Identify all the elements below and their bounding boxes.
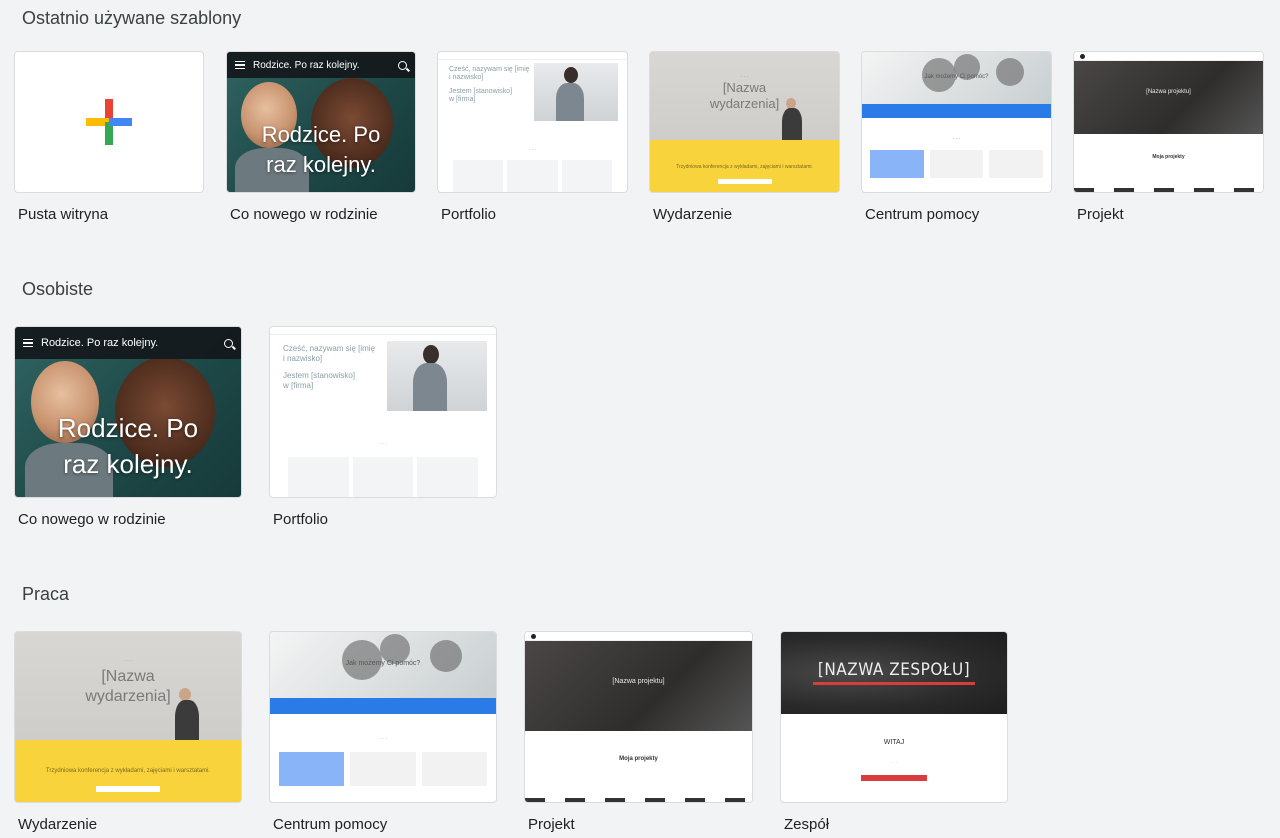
- template-card-event[interactable]: · · · [Nazwa wydarzenia] Trzydniowa konf…: [14, 631, 242, 838]
- template-thumbnail: Jak możemy Ci pomóc? · · ·: [861, 51, 1052, 193]
- template-label: Co nowego w rodzinie: [230, 206, 378, 223]
- section-title-recent: Ostatnio używane szablony: [22, 8, 242, 28]
- template-card-event[interactable]: · · · [Nazwa wydarzenia] Trzydniowa konf…: [649, 51, 840, 231]
- template-label: Zespół: [784, 816, 830, 833]
- portrait-image: [534, 63, 618, 121]
- template-label: Wydarzenie: [18, 816, 98, 833]
- template-thumbnail: Cześć, nazywam się [imię i nazwisko] Jes…: [437, 51, 628, 193]
- section-title-personal: Osobiste: [22, 279, 94, 299]
- template-card-project[interactable]: [Nazwa projektu] Moja projekty Projekt: [524, 631, 753, 838]
- template-card-project[interactable]: [Nazwa projektu] Moja projekty Projekt: [1073, 51, 1264, 231]
- template-label: Portfolio: [441, 206, 497, 223]
- menu-icon: [23, 337, 33, 350]
- template-thumbnail: [Nazwa projektu] Moja projekty: [524, 631, 753, 803]
- template-thumbnail: · · · [Nazwa wydarzenia] Trzydniowa konf…: [649, 51, 840, 193]
- template-card-help-center[interactable]: Jak możemy Ci pomóc? · · · Centrum pomoc…: [269, 631, 497, 838]
- template-thumbnail: Jak możemy Ci pomóc? · · ·: [269, 631, 497, 803]
- menu-icon: [235, 59, 245, 72]
- site-title: Rodzice. Po raz kolejny.: [253, 59, 360, 71]
- template-thumbnail: [Nazwa projektu] Moja projekty: [1073, 51, 1264, 193]
- template-card-family[interactable]: Rodzice. Po raz kolejny. Rodzice. Po raz…: [14, 326, 242, 536]
- hero-text-line-2: raz kolejny.: [63, 449, 193, 479]
- template-label: Wydarzenie: [653, 206, 733, 223]
- hero-text-line-1: Rodzice. Po: [261, 122, 381, 147]
- template-thumbnail: [NAZWA ZESPOŁU] WITAJ · · ·: [780, 631, 1008, 803]
- template-thumbnail: · · · [Nazwa wydarzenia] Trzydniowa konf…: [14, 631, 242, 803]
- template-card-blank[interactable]: Pusta witryna: [14, 51, 204, 231]
- template-label: Pusta witryna: [18, 206, 109, 223]
- template-thumbnail: Rodzice. Po raz kolejny. Rodzice. Po raz…: [14, 326, 242, 498]
- template-card-family[interactable]: Rodzice. Po raz kolejny. Rodzice. Po raz…: [226, 51, 416, 231]
- template-label: Centrum pomocy: [865, 206, 980, 223]
- section-title-work: Praca: [22, 584, 70, 604]
- search-icon: [398, 60, 407, 70]
- hero-text-line-1: Rodzice. Po: [57, 413, 199, 443]
- template-label: Projekt: [528, 816, 575, 833]
- site-header: Rodzice. Po raz kolejny.: [15, 327, 241, 359]
- plus-icon: [86, 99, 132, 145]
- search-icon: [224, 338, 233, 348]
- site-header: Rodzice. Po raz kolejny.: [227, 52, 415, 78]
- template-label: Centrum pomocy: [273, 816, 388, 833]
- template-label: Co nowego w rodzinie: [18, 511, 166, 528]
- template-thumbnail: Cześć, nazywam się [imię i nazwisko] Jes…: [269, 326, 497, 498]
- template-card-portfolio[interactable]: Cześć, nazywam się [imię i nazwisko] Jes…: [437, 51, 628, 231]
- hero-text-line-2: raz kolejny.: [266, 152, 376, 177]
- portrait-image: [387, 341, 487, 411]
- template-label: Projekt: [1077, 206, 1124, 223]
- template-thumbnail: [14, 51, 204, 193]
- template-thumbnail: Rodzice. Po raz kolejny. Rodzice. Po raz…: [226, 51, 416, 193]
- template-card-help-center[interactable]: Jak możemy Ci pomóc? · · · Centrum pomoc…: [861, 51, 1052, 231]
- template-card-portfolio[interactable]: Cześć, nazywam się [imię i nazwisko] Jes…: [269, 326, 497, 536]
- template-label: Portfolio: [273, 511, 329, 528]
- site-title: Rodzice. Po raz kolejny.: [41, 337, 159, 349]
- template-card-team[interactable]: [NAZWA ZESPOŁU] WITAJ · · · Zespół: [780, 631, 1008, 838]
